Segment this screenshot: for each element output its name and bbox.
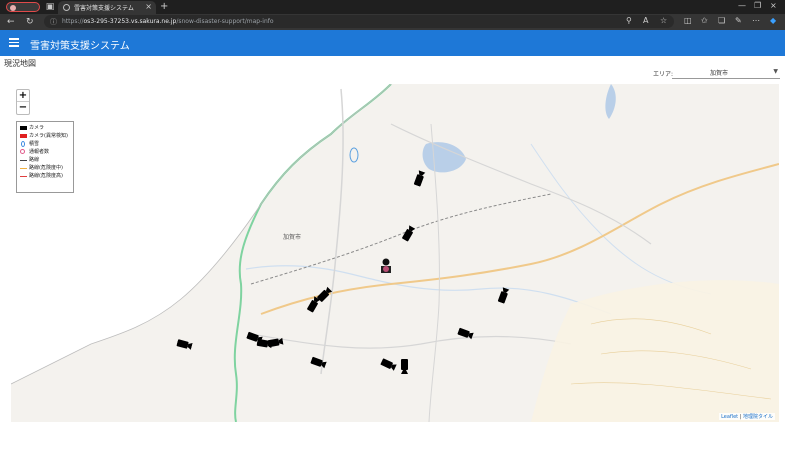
minimize-icon[interactable]: — (738, 1, 746, 10)
legend-item: 路線 (20, 156, 70, 164)
app-header: 雪害対策支援システム (0, 30, 785, 56)
app-title: 雪害対策支援システム (30, 41, 130, 52)
river-2 (530, 143, 712, 295)
back-icon[interactable]: ← (7, 16, 15, 28)
legend-item: カメラ(異常検知) (20, 132, 70, 140)
map-tiles (11, 84, 779, 422)
address-bar[interactable]: ⓘ https://os3-295-37253.vs.sakura.ne.jp/… (44, 15, 674, 28)
navigation-bar: ← ↻ ⓘ https://os3-295-37253.vs.sakura.ne… (0, 14, 785, 30)
road-3 (390, 123, 652, 245)
tiles-link[interactable]: 地理院タイル (743, 414, 773, 420)
profile-button[interactable] (6, 2, 40, 12)
map-attribution: Leaflet | 地理院タイル (719, 413, 775, 420)
hamburger-menu-icon[interactable] (9, 38, 19, 47)
legend-item: 路線(危険度中) (20, 164, 70, 172)
new-tab-icon[interactable]: + (160, 1, 168, 12)
main-content: 現況地図 エリア: 加賀市 ▼ 加賀市 + − カメラ カメラ(異常検知) 積雪… (0, 56, 785, 456)
leaflet-link[interactable]: Leaflet (721, 414, 738, 420)
camera-marker[interactable] (400, 359, 409, 374)
reload-icon[interactable]: ↻ (26, 16, 34, 28)
zoom-control: + − (16, 89, 30, 115)
tab-favicon-icon (63, 4, 70, 11)
snow-icon (21, 141, 25, 147)
camera-icon (20, 126, 27, 130)
pond-north (605, 84, 616, 119)
split-screen-icon[interactable]: ◫ (684, 16, 692, 25)
favorites-icon[interactable]: ✩ (701, 16, 708, 25)
lake-shibayama (422, 142, 466, 173)
more-menu-icon[interactable]: ⋯ (752, 16, 760, 25)
page-title: 現況地図 (4, 59, 36, 68)
camera-alert-icon (20, 134, 27, 138)
river-1 (245, 265, 612, 315)
legend-item: カメラ (20, 124, 70, 132)
area-select[interactable]: 加賀市 ▼ (672, 66, 780, 79)
collections-icon[interactable]: ❏ (718, 16, 725, 25)
extensions-icon[interactable]: ✎ (735, 16, 742, 25)
tab-strip: ▣ 雪害対策支援システム × + — ❐ × (0, 0, 785, 14)
chevron-down-icon: ▼ (773, 68, 778, 75)
favorite-star-icon[interactable]: ☆ (660, 16, 667, 25)
legend-item: 積雪 (20, 140, 70, 148)
tab-close-icon[interactable]: × (145, 2, 152, 11)
legend-item: 通報者数 (20, 148, 70, 156)
route-high-icon (20, 176, 27, 177)
route-line-icon (20, 160, 27, 161)
map-view[interactable]: 加賀市 + − カメラ カメラ(異常検知) 積雪 通報者数 路線 路線(危険度中… (11, 84, 779, 422)
browser-chrome: ▣ 雪害対策支援システム × + — ❐ × ← ↻ ⓘ https://os3… (0, 0, 785, 30)
site-info-icon[interactable]: ⓘ (50, 17, 57, 27)
legend-item: 路線(危険度高) (20, 172, 70, 180)
road-4 (250, 333, 572, 349)
report-icon (20, 149, 25, 154)
city-label: 加賀市 (283, 234, 302, 241)
url-text: https://os3-295-37253.vs.sakura.ne.jp/sn… (62, 18, 274, 25)
browser-tab[interactable]: 雪害対策支援システム × (58, 1, 156, 14)
read-aloud-icon[interactable]: A (643, 16, 648, 25)
copilot-icon[interactable]: ◆ (770, 16, 776, 25)
route-medium-icon (20, 168, 27, 169)
zoom-in-button[interactable]: + (17, 90, 29, 102)
map-legend: カメラ カメラ(異常検知) 積雪 通報者数 路線 路線(危険度中) 路線(危険度… (16, 121, 74, 193)
restore-icon[interactable]: ❐ (754, 1, 761, 10)
water-small (349, 147, 359, 163)
area-label: エリア: (653, 71, 674, 78)
tab-title: 雪害対策支援システム (74, 5, 134, 12)
tab-actions-icon[interactable]: ▣ (45, 2, 55, 12)
permissions-icon[interactable]: ⚲ (626, 16, 632, 25)
close-window-icon[interactable]: × (770, 1, 777, 10)
profile-avatar (10, 5, 16, 11)
report-marker[interactable] (379, 258, 393, 276)
zoom-out-button[interactable]: − (17, 102, 29, 114)
area-select-value: 加賀市 (710, 70, 729, 77)
